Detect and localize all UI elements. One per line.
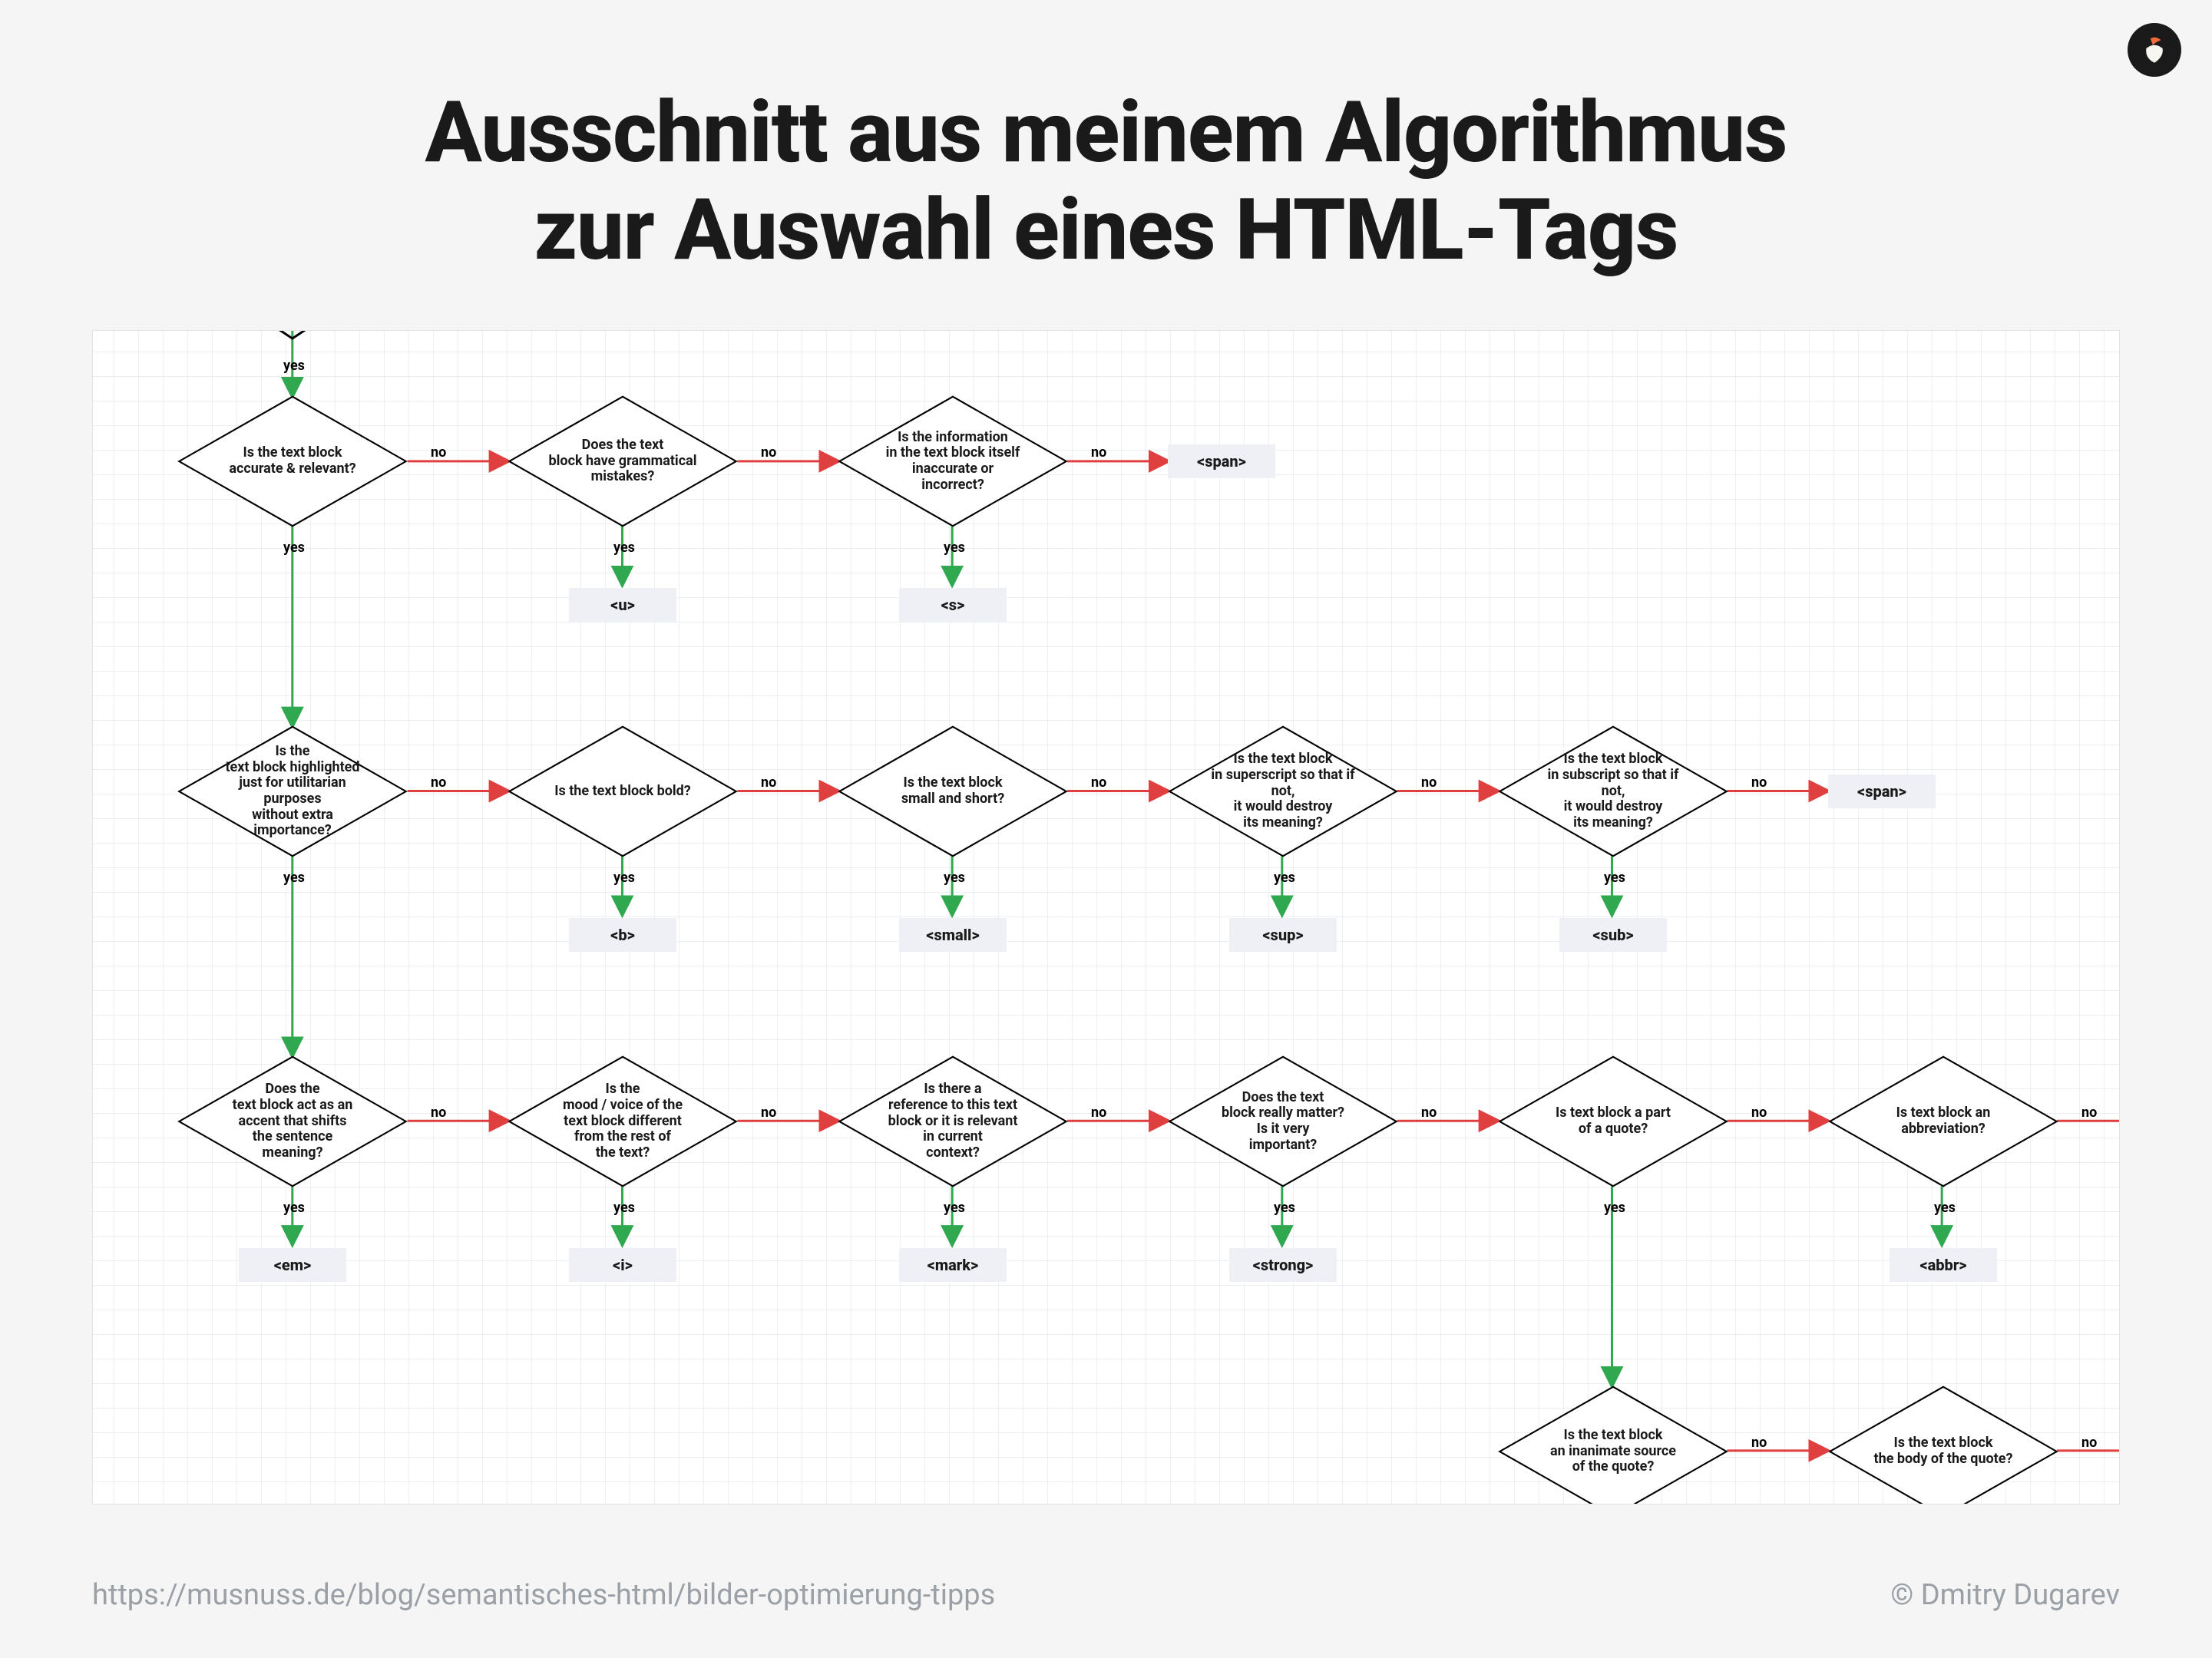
decision-bold: Is the text block bold? [508, 726, 738, 857]
edge-label-yes: yes [1604, 870, 1625, 886]
decision-subscript: Is the text blockin subscript so that if… [1498, 726, 1728, 857]
decision-text: Is the text blockin superscript so that … [1175, 751, 1390, 831]
title-line2: zur Auswahl eines HTML-Tags [534, 180, 1678, 279]
edge-label-yes: yes [613, 540, 635, 556]
edge-label-no: no [761, 775, 776, 791]
page-title: Ausschnitt aus meinem Algorithmus zur Au… [0, 84, 2212, 279]
terminal-small: <small> [899, 918, 1007, 952]
terminal-s: <s> [899, 588, 1007, 622]
edge-label-yes: yes [283, 870, 305, 886]
decision-text: Does thetext block act as anaccent that … [202, 1082, 384, 1161]
terminal-mark: <mark> [899, 1248, 1007, 1282]
edge-label-yes: yes [613, 870, 635, 886]
decision-mood-voice: Is themood / voice of thetext block diff… [508, 1056, 738, 1187]
edge-label-no: no [431, 444, 446, 461]
edge-label-yes: yes [283, 540, 305, 556]
decision-utilitarian-highlight: Is thetext block highlightedjust for uti… [177, 726, 408, 857]
edge-label-no: no [431, 1105, 446, 1121]
decision-grammatical-mistakes: Does the textblock have grammaticalmista… [508, 396, 738, 527]
terminal-i: <i> [569, 1248, 676, 1282]
decision-text: Is text block an abbreviation? [1836, 1105, 2051, 1137]
decision-superscript: Is the text blockin superscript so that … [1168, 726, 1398, 857]
decision-inaccurate-info: Is the informationin the text block itse… [838, 396, 1068, 527]
edge-label-yes: yes [283, 1200, 305, 1216]
decision-text: Is the text blockaccurate & relevant? [198, 445, 386, 477]
edge-label-no: no [1751, 1435, 1767, 1451]
decision-text: Is the text blockin subscript so that if… [1506, 751, 1721, 831]
decision-text: Is text block a partof a quote? [1525, 1105, 1701, 1137]
terminal-b: <b> [569, 918, 676, 952]
title-line1: Ausschnitt aus meinem Algorithmus [425, 83, 1787, 182]
decision-accent-shift: Does thetext block act as anaccent that … [177, 1056, 408, 1187]
edge-label-no: no [761, 1105, 776, 1121]
edge-label-no: no [761, 444, 776, 461]
decision-inanimate-source: Is the text blockan inanimate sourceof t… [1498, 1386, 1728, 1504]
decision-small-short: Is the text blocksmall and short? [838, 726, 1068, 857]
decision-accurate-relevant: Is the text blockaccurate & relevant? [177, 396, 408, 527]
decision-quote-body: Is the text blockthe body of the quote? [1828, 1386, 2058, 1504]
decision-text: Does the textblock have grammaticalmista… [518, 438, 728, 485]
decision-abbreviation: Is text block an abbreviation? [1828, 1056, 2058, 1187]
edge-label-no: no [431, 775, 446, 791]
decision-text: Is the text block bold? [524, 784, 722, 800]
edge-label-no: no [1091, 775, 1106, 791]
footer-credit: © Dmitry Dugarev [1890, 1578, 2120, 1612]
edge-label-yes: yes [944, 1200, 965, 1216]
terminal-span-row1: <span> [1828, 775, 1936, 808]
terminal-span-row0: <span> [1168, 444, 1275, 478]
decision-text: Is themood / voice of thetext block diff… [532, 1082, 713, 1161]
edge-label-no: no [1091, 444, 1106, 461]
terminal-abbr: <abbr> [1890, 1248, 1997, 1282]
edge-label-no: no [2081, 1105, 2097, 1121]
edge-label-no: no [1091, 1105, 1106, 1121]
terminal-em: <em> [239, 1248, 346, 1282]
decision-reference-context: Is there areference to this textblock or… [838, 1056, 1068, 1187]
edge-label-no: no [1421, 1105, 1437, 1121]
decision-text: Is there areference to this textblock or… [858, 1082, 1049, 1161]
terminal-sub: <sub> [1559, 918, 1667, 952]
edge-label-yes: yes [283, 358, 305, 374]
edge-label-yes: yes [1274, 870, 1295, 886]
decision-text: Is the informationin the text block itse… [855, 430, 1051, 494]
decision-text: Does the textblock really matter?Is it v… [1191, 1090, 1375, 1154]
brand-logo [2128, 23, 2181, 77]
edge-label-yes: yes [1604, 1200, 1625, 1216]
diagram-frame: Is the text blockaccurate & relevant? Do… [92, 330, 2120, 1504]
decision-part-of-quote: Is text block a partof a quote? [1498, 1056, 1728, 1187]
edge-label-yes: yes [944, 540, 965, 556]
decision-text: Is the text blockthe body of the quote? [1843, 1435, 2044, 1467]
edge-label-yes: yes [1274, 1200, 1295, 1216]
edge-label-yes: yes [613, 1200, 635, 1216]
edge-label-no: no [1421, 775, 1437, 791]
terminal-u: <u> [569, 588, 676, 622]
edge-label-yes: yes [944, 870, 965, 886]
decision-text: Is the text blockan inanimate sourceof t… [1519, 1428, 1707, 1475]
footer-url: https://musnuss.de/blog/semantisches-htm… [92, 1578, 995, 1612]
decision-very-important: Does the textblock really matter?Is it v… [1168, 1056, 1398, 1187]
terminal-strong: <strong> [1229, 1248, 1337, 1282]
decision-text: Is the text blocksmall and short? [871, 775, 1035, 807]
decision-text: Is thetext block highlightedjust for uti… [185, 744, 400, 839]
edge-label-yes: yes [1934, 1200, 1956, 1216]
footer: https://musnuss.de/blog/semantisches-htm… [92, 1578, 2120, 1612]
edge-label-no: no [1751, 775, 1767, 791]
edge-label-no: no [1751, 1105, 1767, 1121]
edge-label-no: no [2081, 1435, 2097, 1451]
terminal-sup: <sup> [1229, 918, 1337, 952]
